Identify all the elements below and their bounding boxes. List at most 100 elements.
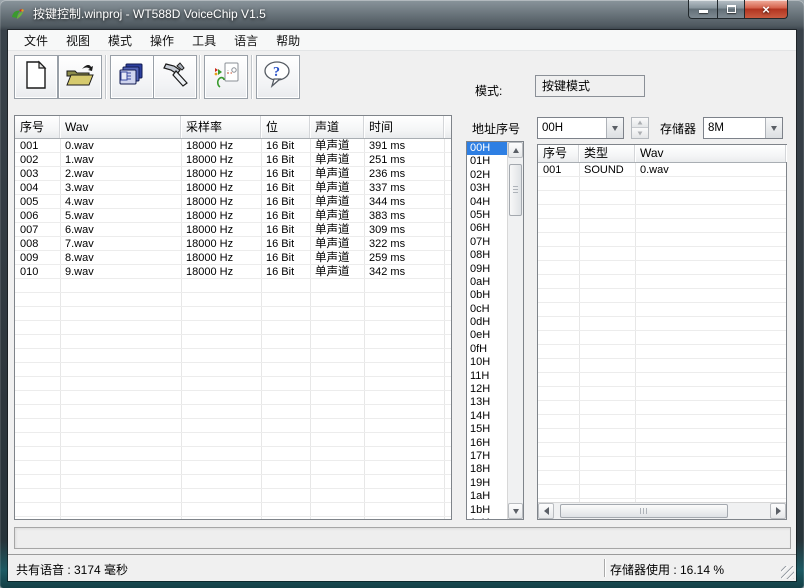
- address-item[interactable]: 0bH: [467, 289, 507, 302]
- column-header[interactable]: 序号: [15, 116, 60, 138]
- address-item[interactable]: 08H: [467, 249, 507, 262]
- cell: 5.wav: [60, 209, 181, 223]
- address-item[interactable]: 0dH: [467, 316, 507, 329]
- address-item[interactable]: 06H: [467, 222, 507, 235]
- address-item[interactable]: 1bH: [467, 504, 507, 517]
- address-item[interactable]: 18H: [467, 463, 507, 476]
- table-row[interactable]: 0010.wav18000 Hz16 Bit单声道391 ms: [15, 139, 451, 153]
- address-item[interactable]: 03H: [467, 182, 507, 195]
- address-item[interactable]: 14H: [467, 410, 507, 423]
- table-row[interactable]: 0065.wav18000 Hz16 Bit单声道383 ms: [15, 209, 451, 223]
- menu-item[interactable]: 视图: [57, 30, 99, 51]
- address-item[interactable]: 07H: [467, 236, 507, 249]
- menu-item[interactable]: 帮助: [267, 30, 309, 51]
- address-item[interactable]: 1aH: [467, 490, 507, 503]
- content-table-body[interactable]: 001SOUND0.wav: [538, 163, 786, 502]
- new-project-button[interactable]: [14, 55, 58, 99]
- build-button[interactable]: [153, 55, 197, 99]
- address-item[interactable]: 09H: [467, 263, 507, 276]
- content-hscrollbar[interactable]: [538, 502, 786, 519]
- address-item[interactable]: 01H: [467, 155, 507, 168]
- address-item[interactable]: 0cH: [467, 303, 507, 316]
- scroll-thumb[interactable]: [560, 504, 728, 518]
- scroll-thumb[interactable]: [509, 164, 522, 216]
- menu-item[interactable]: 工具: [183, 30, 225, 51]
- app-window: 按键控制.winproj - WT588D VoiceChip V1.5 × 文…: [0, 0, 804, 588]
- column-header[interactable]: Wav: [635, 145, 786, 162]
- address-item[interactable]: 0aH: [467, 276, 507, 289]
- scroll-right-button[interactable]: [770, 503, 786, 519]
- table-row[interactable]: 0043.wav18000 Hz16 Bit单声道337 ms: [15, 181, 451, 195]
- close-button[interactable]: ×: [745, 0, 788, 19]
- scroll-left-button[interactable]: [538, 503, 554, 519]
- address-item[interactable]: 13H: [467, 396, 507, 409]
- table-row[interactable]: 0087.wav18000 Hz16 Bit单声道322 ms: [15, 237, 451, 251]
- scroll-down-button[interactable]: [508, 503, 523, 519]
- address-combo[interactable]: 00H: [537, 117, 624, 139]
- cell: 003: [15, 167, 60, 181]
- minimize-button[interactable]: [688, 0, 717, 19]
- address-item[interactable]: 16H: [467, 437, 507, 450]
- window-controls: ×: [688, 0, 788, 19]
- new-file-icon: [23, 60, 49, 95]
- cell: 16 Bit: [261, 167, 310, 181]
- column-header[interactable]: 类型: [579, 145, 635, 162]
- column-header[interactable]: 时间: [364, 116, 444, 138]
- cell: 18000 Hz: [181, 167, 261, 181]
- memory-combo-dropdown[interactable]: [765, 118, 782, 138]
- title-bar[interactable]: 按键控制.winproj - WT588D VoiceChip V1.5 ×: [0, 0, 804, 30]
- address-item[interactable]: 15H: [467, 423, 507, 436]
- address-items: 00H01H02H03H04H05H06H07H08H09H0aH0bH0cH0…: [467, 142, 507, 519]
- cell: 1.wav: [60, 153, 181, 167]
- table-row[interactable]: 0076.wav18000 Hz16 Bit单声道309 ms: [15, 223, 451, 237]
- memory-combo[interactable]: 8M: [703, 117, 783, 139]
- address-item[interactable]: 04H: [467, 196, 507, 209]
- address-item[interactable]: 05H: [467, 209, 507, 222]
- table-row[interactable]: 0032.wav18000 Hz16 Bit单声道236 ms: [15, 167, 451, 181]
- address-item[interactable]: 12H: [467, 383, 507, 396]
- cell: 16 Bit: [261, 153, 310, 167]
- column-header[interactable]: 位: [261, 116, 310, 138]
- open-project-button[interactable]: [58, 55, 102, 99]
- address-item[interactable]: 02H: [467, 169, 507, 182]
- address-item[interactable]: 00H: [467, 142, 507, 155]
- status-separator: [604, 559, 605, 577]
- cell: 383 ms: [364, 209, 444, 223]
- menu-item[interactable]: 操作: [141, 30, 183, 51]
- toolbar-separator: [199, 55, 200, 99]
- table-row[interactable]: 0021.wav18000 Hz16 Bit单声道251 ms: [15, 153, 451, 167]
- table-row[interactable]: 0054.wav18000 Hz16 Bit单声道344 ms: [15, 195, 451, 209]
- table-row[interactable]: 001SOUND0.wav: [538, 163, 786, 178]
- address-item[interactable]: 1cH: [467, 517, 507, 519]
- window-title: 按键控制.winproj - WT588D VoiceChip V1.5: [33, 0, 266, 30]
- address-item[interactable]: 0eH: [467, 329, 507, 342]
- column-header[interactable]: Wav: [60, 116, 181, 138]
- table-row[interactable]: 0098.wav18000 Hz16 Bit单声道259 ms: [15, 251, 451, 265]
- cell: 单声道: [310, 223, 364, 237]
- maximize-button[interactable]: [717, 0, 745, 19]
- voice-table-body[interactable]: 0010.wav18000 Hz16 Bit单声道391 ms0021.wav1…: [15, 139, 451, 519]
- help-button[interactable]: ?: [256, 55, 300, 99]
- menu-item[interactable]: 语言: [225, 30, 267, 51]
- address-combo-dropdown[interactable]: [606, 118, 623, 138]
- spinner-up-button[interactable]: [632, 118, 648, 128]
- address-item[interactable]: 17H: [467, 450, 507, 463]
- column-header[interactable]: 采样率: [181, 116, 261, 138]
- thumb-grip-icon: [513, 186, 518, 194]
- menu-item[interactable]: 文件: [15, 30, 57, 51]
- address-item[interactable]: 19H: [467, 477, 507, 490]
- download-to-chip-button[interactable]: .: [204, 55, 248, 99]
- address-scrollbar[interactable]: [507, 142, 523, 519]
- table-row[interactable]: 0109.wav18000 Hz16 Bit单声道342 ms: [15, 265, 451, 279]
- voice-library-button[interactable]: [110, 55, 154, 99]
- address-item[interactable]: 0fH: [467, 343, 507, 356]
- menu-item[interactable]: 模式: [99, 30, 141, 51]
- scroll-up-button[interactable]: [508, 142, 523, 158]
- spinner-down-button[interactable]: [632, 128, 648, 138]
- column-header[interactable]: 声道: [310, 116, 364, 138]
- address-item[interactable]: 10H: [467, 356, 507, 369]
- column-header[interactable]: 序号: [538, 145, 579, 162]
- resize-grip[interactable]: [781, 566, 794, 579]
- address-item[interactable]: 11H: [467, 370, 507, 383]
- memory-label: 存储器: [660, 120, 696, 137]
